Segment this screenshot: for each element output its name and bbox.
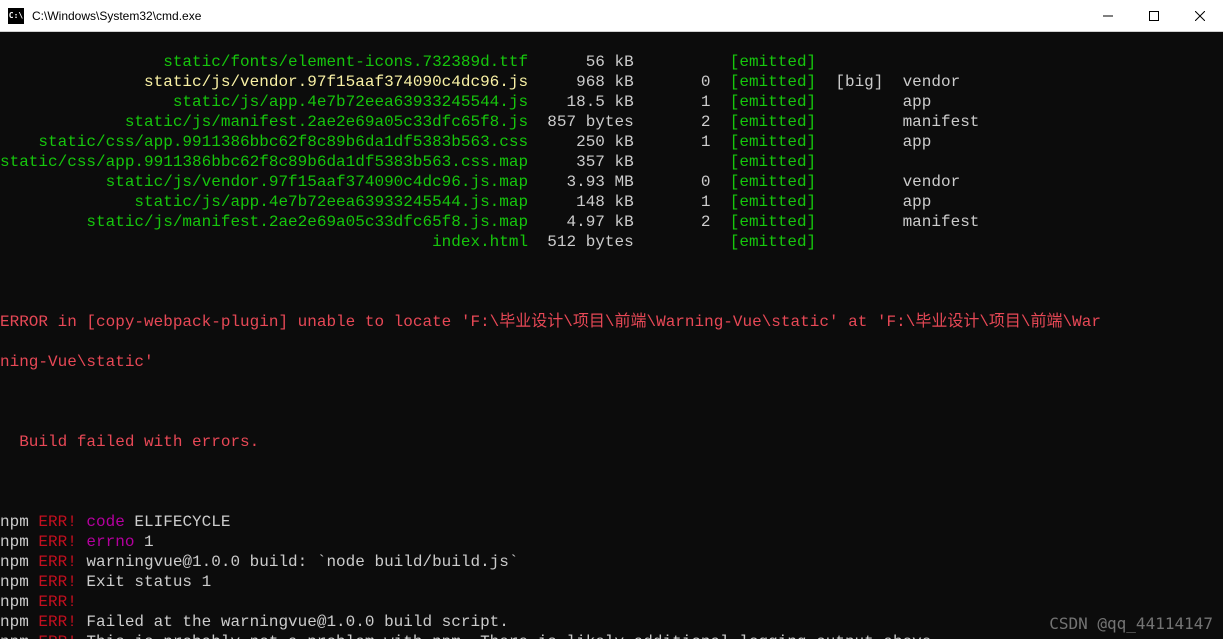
chunk-name: manifest xyxy=(903,213,980,231)
emitted-tag: [emitted] xyxy=(730,153,816,171)
file-size: 357 kB xyxy=(528,153,634,171)
chunk-name: app xyxy=(903,193,932,211)
blank-line xyxy=(0,392,1223,412)
chunk-id: 1 xyxy=(634,93,730,111)
big-tag xyxy=(816,53,902,71)
file-name: static/js/vendor.97f15aaf374090c4dc96.js xyxy=(0,73,528,91)
chunk-name: vendor xyxy=(903,173,961,191)
file-size: 56 kB xyxy=(528,53,634,71)
chunk-name: app xyxy=(903,93,932,111)
big-tag xyxy=(816,193,902,211)
emitted-tag: [emitted] xyxy=(730,213,816,231)
file-name: static/css/app.9911386bbc62f8c89b6da1df5… xyxy=(0,133,528,151)
chunk-name: vendor xyxy=(903,73,961,91)
npm-error-line: npm ERR! This is probably not a problem … xyxy=(0,632,1223,639)
emitted-tag: [emitted] xyxy=(730,93,816,111)
maximize-button[interactable] xyxy=(1131,0,1177,31)
error-line-2: ning-Vue\static' xyxy=(0,352,1223,372)
file-name: static/js/vendor.97f15aaf374090c4dc96.js… xyxy=(0,173,528,191)
file-name: static/js/manifest.2ae2e69a05c33dfc65f8.… xyxy=(0,213,528,231)
emitted-tag: [emitted] xyxy=(730,113,816,131)
npm-error-line: npm ERR! Exit status 1 xyxy=(0,572,1223,592)
window-title: C:\Windows\System32\cmd.exe xyxy=(32,9,1085,23)
cmd-icon: C:\ xyxy=(8,8,24,24)
error-line-1: ERROR in [copy-webpack-plugin] unable to… xyxy=(0,312,1223,332)
build-row: static/js/vendor.97f15aaf374090c4dc96.js… xyxy=(0,72,1223,92)
emitted-tag: [emitted] xyxy=(730,193,816,211)
blank-line xyxy=(0,272,1223,292)
big-tag xyxy=(816,233,902,251)
emitted-tag: [emitted] xyxy=(730,73,816,91)
chunk-id: 1 xyxy=(634,133,730,151)
terminal-output[interactable]: static/fonts/element-icons.732389d.ttf 5… xyxy=(0,32,1223,639)
chunk-id: 2 xyxy=(634,113,730,131)
file-size: 4.97 kB xyxy=(528,213,634,231)
file-name: static/css/app.9911386bbc62f8c89b6da1df5… xyxy=(0,153,528,171)
build-row: static/js/vendor.97f15aaf374090c4dc96.js… xyxy=(0,172,1223,192)
big-tag: [big] xyxy=(816,73,902,91)
build-table: static/fonts/element-icons.732389d.ttf 5… xyxy=(0,52,1223,252)
blank-line xyxy=(0,472,1223,492)
minimize-button[interactable] xyxy=(1085,0,1131,31)
emitted-tag: [emitted] xyxy=(730,53,816,71)
big-tag xyxy=(816,153,902,171)
npm-error-line: npm ERR! Failed at the warningvue@1.0.0 … xyxy=(0,612,1223,632)
build-row: static/css/app.9911386bbc62f8c89b6da1df5… xyxy=(0,152,1223,172)
chunk-id xyxy=(634,233,730,251)
close-icon xyxy=(1195,11,1205,21)
minimize-icon xyxy=(1103,11,1113,21)
build-row: static/fonts/element-icons.732389d.ttf 5… xyxy=(0,52,1223,72)
maximize-icon xyxy=(1149,11,1159,21)
window-titlebar: C:\ C:\Windows\System32\cmd.exe xyxy=(0,0,1223,32)
chunk-id xyxy=(634,153,730,171)
window-controls xyxy=(1085,0,1223,31)
file-size: 18.5 kB xyxy=(528,93,634,111)
build-row: static/js/app.4e7b72eea63933245544.js.ma… xyxy=(0,192,1223,212)
close-button[interactable] xyxy=(1177,0,1223,31)
emitted-tag: [emitted] xyxy=(730,233,816,251)
chunk-id: 2 xyxy=(634,213,730,231)
npm-error-line: npm ERR! xyxy=(0,592,1223,612)
file-size: 968 kB xyxy=(528,73,634,91)
emitted-tag: [emitted] xyxy=(730,173,816,191)
big-tag xyxy=(816,133,902,151)
chunk-id xyxy=(634,53,730,71)
file-size: 857 bytes xyxy=(528,113,634,131)
build-row: static/js/manifest.2ae2e69a05c33dfc65f8.… xyxy=(0,212,1223,232)
emitted-tag: [emitted] xyxy=(730,133,816,151)
chunk-id: 0 xyxy=(634,73,730,91)
npm-error-line: npm ERR! errno 1 xyxy=(0,532,1223,552)
npm-error-block: npm ERR! code ELIFECYCLEnpm ERR! errno 1… xyxy=(0,512,1223,639)
build-row: static/css/app.9911386bbc62f8c89b6da1df5… xyxy=(0,132,1223,152)
big-tag xyxy=(816,173,902,191)
chunk-id: 0 xyxy=(634,173,730,191)
file-size: 250 kB xyxy=(528,133,634,151)
file-name: static/js/app.4e7b72eea63933245544.js xyxy=(0,93,528,111)
npm-error-line: npm ERR! warningvue@1.0.0 build: `node b… xyxy=(0,552,1223,572)
big-tag xyxy=(816,93,902,111)
build-row: static/js/app.4e7b72eea63933245544.js 18… xyxy=(0,92,1223,112)
chunk-id: 1 xyxy=(634,193,730,211)
file-name: static/js/app.4e7b72eea63933245544.js.ma… xyxy=(0,193,528,211)
chunk-name: app xyxy=(903,133,932,151)
build-row: index.html 512 bytes [emitted] xyxy=(0,232,1223,252)
file-size: 512 bytes xyxy=(528,233,634,251)
file-name: index.html xyxy=(0,233,528,251)
file-name: static/fonts/element-icons.732389d.ttf xyxy=(0,53,528,71)
big-tag xyxy=(816,213,902,231)
file-size: 3.93 MB xyxy=(528,173,634,191)
chunk-name: manifest xyxy=(903,113,980,131)
big-tag xyxy=(816,113,902,131)
file-size: 148 kB xyxy=(528,193,634,211)
build-failed-line: Build failed with errors. xyxy=(0,432,1223,452)
build-row: static/js/manifest.2ae2e69a05c33dfc65f8.… xyxy=(0,112,1223,132)
npm-error-line: npm ERR! code ELIFECYCLE xyxy=(0,512,1223,532)
file-name: static/js/manifest.2ae2e69a05c33dfc65f8.… xyxy=(0,113,528,131)
watermark: CSDN @qq_44114147 xyxy=(1049,614,1213,633)
